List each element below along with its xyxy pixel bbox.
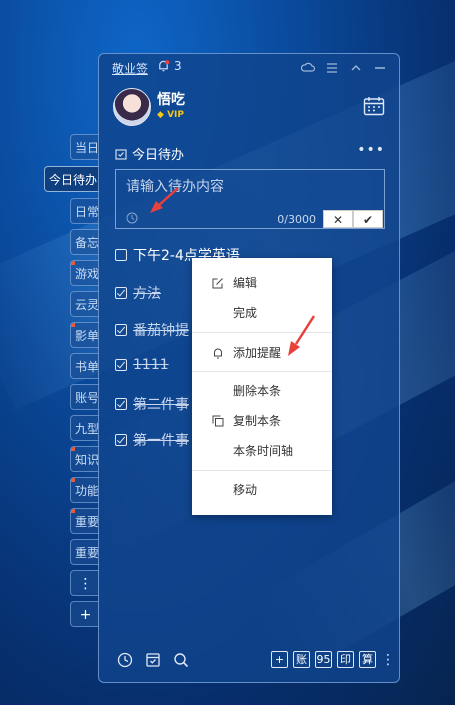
title-bar: 敬业签 3 [99,54,399,82]
calculate-button[interactable]: 算 [359,651,376,668]
calendar-icon[interactable] [363,96,385,116]
footer-toolbar: + 账 95 印 算 ⋮ [99,640,399,682]
menu-item-copy[interactable]: 复制本条 [192,406,332,436]
tab-enneagram[interactable]: 九型 [70,415,100,441]
annotation-arrow-icon [288,315,316,356]
tab-features[interactable]: 功能 [70,477,100,503]
number-95-button[interactable]: 95 [315,651,332,668]
cancel-button[interactable]: ✕ [323,210,353,228]
tab-dangri[interactable]: 当日 [70,134,100,160]
bell-icon [159,60,170,72]
more-options-icon[interactable]: ⋮ [381,653,395,667]
vip-label: VIP [167,110,184,120]
menu-label: 添加提醒 [233,346,282,360]
cloud-icon[interactable] [301,61,315,75]
tab-books[interactable]: 书单 [70,353,100,379]
archive-icon[interactable] [145,652,161,668]
annotation-arrow-icon [150,187,179,213]
section-title: 今日待办 [132,148,185,163]
menu-label: 复制本条 [233,414,282,428]
tab-yunling[interactable]: 云灵 [70,291,100,317]
menu-item-timeline[interactable]: 本条时间轴 [192,436,332,466]
clock-icon[interactable] [117,652,133,668]
add-button[interactable]: + [271,651,288,668]
add-tab-button[interactable]: + [70,601,100,627]
todo-text: 第二件事 [133,397,189,413]
bell-icon [214,348,222,359]
more-tabs-button[interactable]: ⋮ [70,570,100,596]
todo-checkbox[interactable] [115,324,127,336]
menu-item-edit[interactable]: 编辑 [192,268,332,298]
user-name: 悟吃 [157,92,185,108]
tab-knowledge[interactable]: 知识 [70,446,100,472]
section-header: 今日待办 [115,144,184,163]
tab-accounts[interactable]: 账号 [70,384,100,410]
app-title[interactable]: 敬业签 [112,60,148,77]
todo-checkbox[interactable] [115,398,127,410]
tab-game[interactable]: 游戏 [70,260,100,286]
menu-label: 完成 [233,306,258,320]
reminder-clock-icon[interactable] [126,212,138,224]
ledger-button[interactable]: 账 [293,651,310,668]
section-more-button[interactable]: ••• [357,142,385,158]
todo-checkbox[interactable] [115,434,127,446]
todo-text: 方法 [133,286,161,302]
todo-checkbox[interactable] [115,249,127,261]
menu-divider [192,470,332,471]
menu-item-move[interactable]: 移动 [192,475,332,505]
menu-item-delete[interactable]: 删除本条 [192,376,332,406]
copy-icon [212,415,224,427]
chevron-up-icon[interactable] [349,61,363,75]
context-menu: 编辑 完成 添加提醒 删除本条 复制本条 本条时间轴 移动 [192,258,332,515]
checklist-icon [115,148,127,160]
todo-checkbox[interactable] [115,287,127,299]
print-button[interactable]: 印 [337,651,354,668]
avatar[interactable] [113,88,151,126]
tab-important-1[interactable]: 重要 [70,508,100,534]
confirm-button[interactable]: ✔ [353,210,383,228]
todo-text: 第一件事 [133,433,189,449]
menu-label: 编辑 [233,276,258,290]
notification-area[interactable]: 3 [157,59,182,73]
menu-label: 本条时间轴 [233,444,294,458]
todo-text: 番茄钟提 [133,323,189,339]
edit-icon [212,278,223,289]
tab-today-todo[interactable]: 今日待办 [44,166,100,192]
todo-item[interactable]: 1111 [115,357,169,373]
todo-item[interactable]: 第二件事 [115,394,189,414]
search-icon[interactable] [173,652,189,668]
minimize-icon[interactable] [373,61,387,75]
todo-checkbox[interactable] [115,359,127,371]
menu-icon[interactable] [325,61,339,75]
menu-divider [192,371,332,372]
menu-label: 删除本条 [233,384,282,398]
tab-important-2[interactable]: 重要 [70,539,100,565]
tab-movies[interactable]: 影单 [70,322,100,348]
todo-text: 1111 [133,357,169,373]
vip-badge: ◆ VIP [157,110,184,120]
notification-count: 3 [174,59,182,73]
todo-item[interactable]: 方法 [115,283,161,303]
tab-daily[interactable]: 日常 [70,198,100,224]
menu-label: 移动 [233,483,258,497]
todo-item[interactable]: 番茄钟提 [115,320,189,340]
char-counter: 0/3000 [277,213,316,226]
todo-item[interactable]: 第一件事 [115,430,189,450]
tab-memo[interactable]: 备忘 [70,229,100,255]
